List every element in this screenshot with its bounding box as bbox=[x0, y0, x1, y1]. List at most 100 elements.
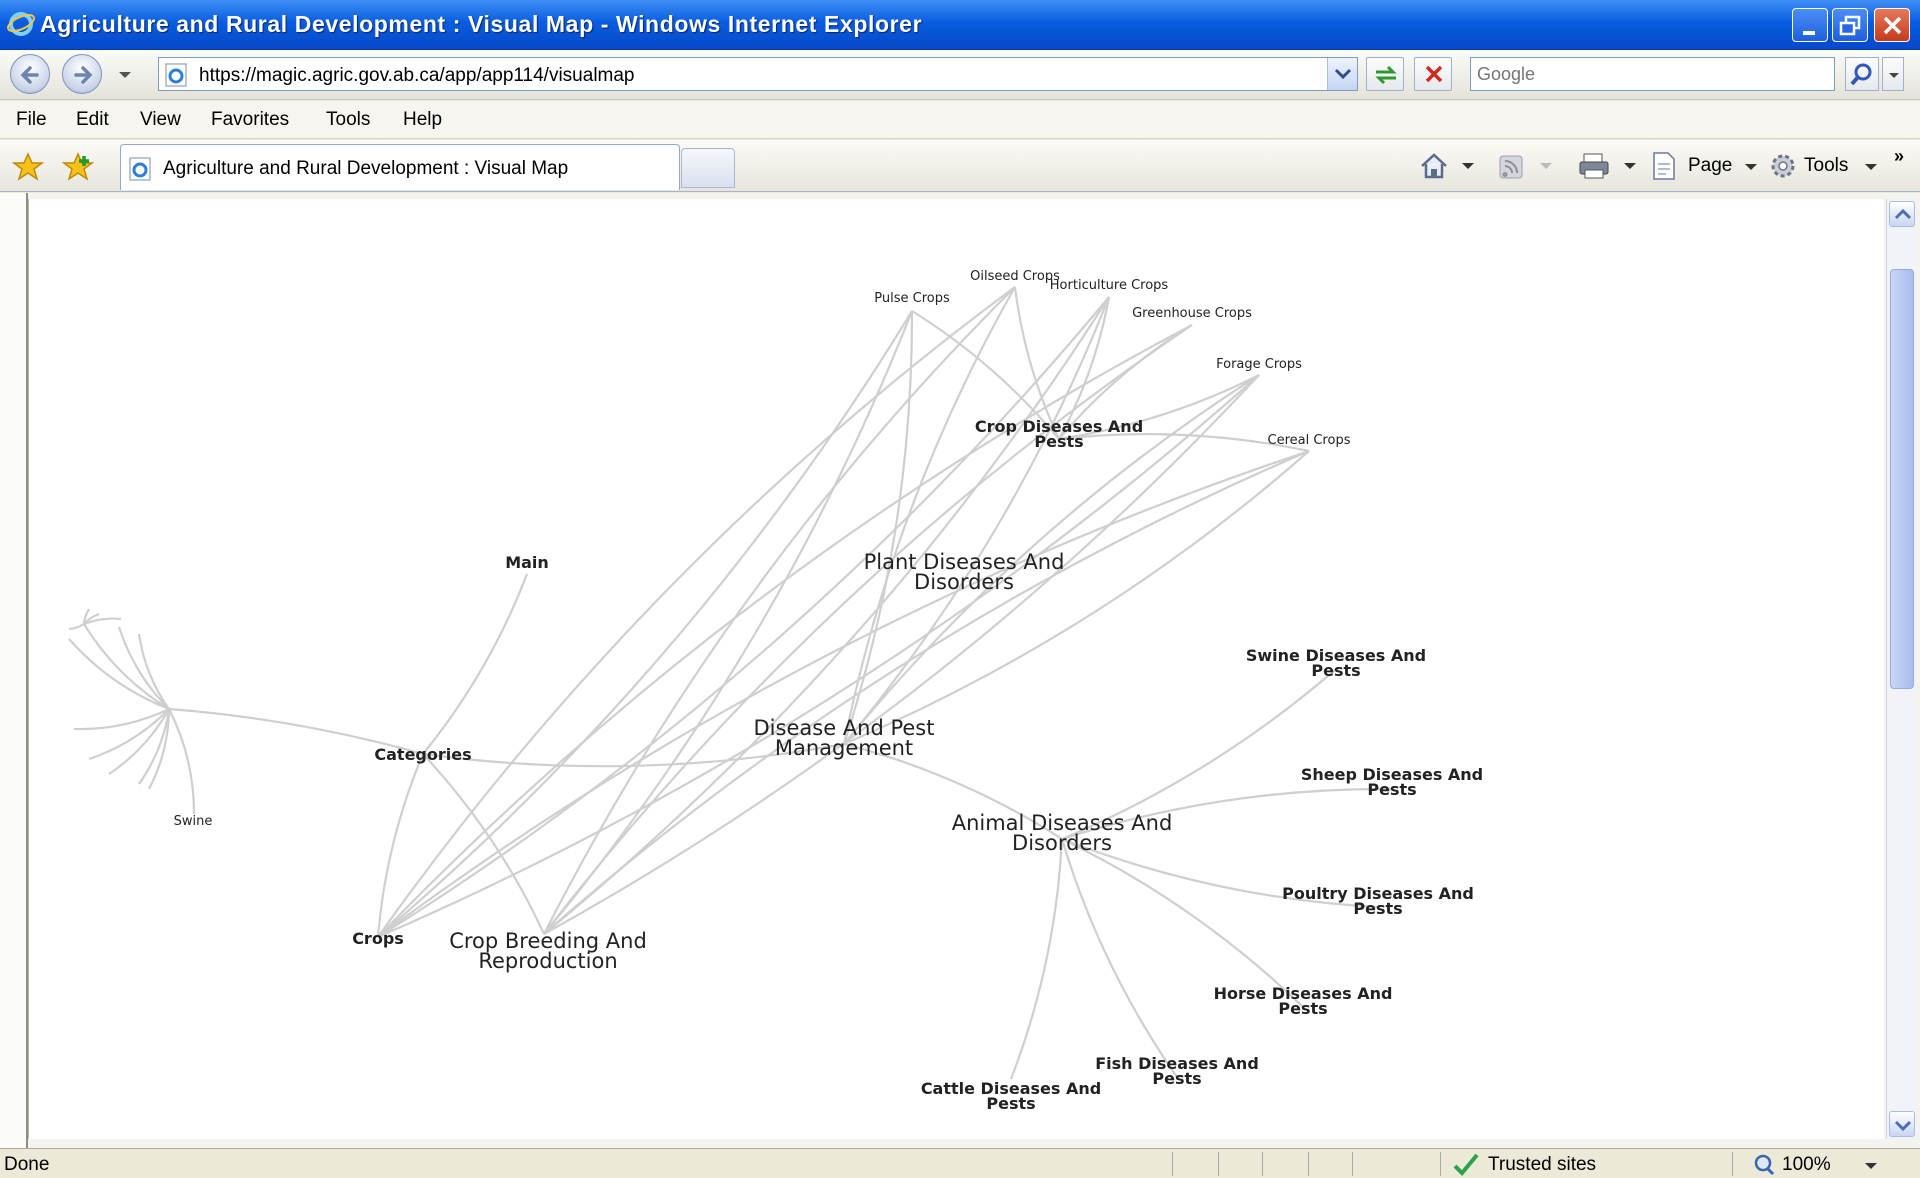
scroll-up-button[interactable] bbox=[1889, 201, 1915, 227]
map-node-crops[interactable]: Crops bbox=[352, 929, 404, 948]
map-node-fish-d[interactable]: Fish Diseases AndPests bbox=[1095, 1054, 1259, 1088]
map-node-categories[interactable]: Categories bbox=[374, 745, 471, 764]
menu-help[interactable]: Help bbox=[403, 109, 442, 131]
recent-pages-dropdown[interactable] bbox=[118, 70, 132, 80]
map-node-crop-breeding[interactable]: Crop Breeding AndReproduction bbox=[449, 929, 647, 973]
map-edge-crop_breeding-cereal bbox=[543, 449, 1310, 935]
restore-icon bbox=[1839, 15, 1861, 36]
page-label: Page bbox=[1688, 155, 1733, 176]
menu-view[interactable]: View bbox=[140, 109, 181, 131]
map-node-label: Oilseed Crops bbox=[970, 269, 1060, 284]
map-node-label: Cereal Crops bbox=[1268, 433, 1351, 448]
map-node-cereal[interactable]: Cereal Crops bbox=[1268, 433, 1351, 448]
address-toolbar: https://magic.agric.gov.ab.ca/app/app114… bbox=[0, 50, 1920, 100]
map-node-label: Reproduction bbox=[478, 949, 617, 973]
home-icon bbox=[1421, 153, 1474, 179]
search-options-dropdown[interactable] bbox=[1882, 57, 1904, 91]
map-node-label: Pests bbox=[1353, 899, 1402, 918]
print-button[interactable] bbox=[1578, 150, 1640, 182]
close-button[interactable] bbox=[1874, 8, 1910, 42]
map-node-label: Pests bbox=[1278, 999, 1327, 1018]
menu-edit[interactable]: Edit bbox=[76, 109, 109, 131]
tab-visual-map[interactable]: Agriculture and Rural Development : Visu… bbox=[120, 144, 680, 190]
map-node-poultry-d[interactable]: Poultry Diseases AndPests bbox=[1282, 884, 1474, 918]
tools-label: Tools bbox=[1804, 155, 1849, 176]
scroll-down-button[interactable] bbox=[1889, 1111, 1915, 1137]
map-node-crop-diseases[interactable]: Crop Diseases AndPests bbox=[975, 417, 1143, 451]
feeds-button bbox=[1496, 150, 1556, 182]
map-node-label: Pests bbox=[1311, 661, 1360, 680]
map-node-animal-diseases[interactable]: Animal Diseases AndDisorders bbox=[952, 811, 1173, 855]
menu-tools[interactable]: Tools bbox=[326, 109, 370, 131]
search-input[interactable] bbox=[1471, 58, 1834, 90]
tools-gear-icon bbox=[1771, 154, 1795, 178]
map-node-greenhouse[interactable]: Greenhouse Crops bbox=[1132, 306, 1252, 321]
map-node-forage[interactable]: Forage Crops bbox=[1216, 357, 1302, 372]
visual-map-canvas[interactable]: Main Categories Swine Crops Crop Breeding An… bbox=[28, 199, 1884, 1139]
home-button[interactable] bbox=[1418, 150, 1478, 182]
favorites-star-icon[interactable] bbox=[12, 152, 44, 182]
chevron-down-icon bbox=[1889, 73, 1899, 78]
map-node-main[interactable]: Main bbox=[505, 553, 549, 572]
window-title: Agriculture and Rural Development : Visu… bbox=[40, 11, 923, 37]
chevron-down-icon bbox=[1334, 68, 1352, 80]
map-node-swine-left[interactable]: Swine bbox=[174, 814, 213, 829]
back-button[interactable] bbox=[10, 54, 50, 94]
new-tab-button[interactable] bbox=[681, 148, 735, 188]
map-edge-categories-crop_breeding bbox=[422, 753, 545, 935]
map-node-disease-pest[interactable]: Disease And PestManagement bbox=[754, 716, 935, 760]
content-area: Main Categories Swine Crops Crop Breeding An… bbox=[0, 193, 1920, 1148]
tab-label: Agriculture and Rural Development : Visu… bbox=[163, 158, 569, 179]
map-node-label: Horticulture Crops bbox=[1050, 278, 1169, 293]
minimize-icon bbox=[1803, 31, 1815, 35]
map-node-pulse[interactable]: Pulse Crops bbox=[874, 291, 950, 306]
scrollbar-thumb[interactable] bbox=[1890, 269, 1914, 689]
map-edge-crop_breeding-forage bbox=[543, 374, 1260, 935]
map-edge bbox=[168, 708, 196, 815]
zoom-level[interactable]: 100% bbox=[1782, 1154, 1831, 1176]
chevron-down-icon[interactable] bbox=[1864, 1161, 1878, 1171]
security-zone[interactable]: Trusted sites bbox=[1488, 1154, 1596, 1176]
forward-icon bbox=[74, 66, 93, 84]
restore-button[interactable] bbox=[1832, 8, 1868, 42]
url-dropdown-button[interactable] bbox=[1327, 58, 1357, 90]
url-text[interactable]: https://magic.agric.gov.ab.ca/app/app114… bbox=[199, 65, 635, 87]
map-node-horse-d[interactable]: Horse Diseases AndPests bbox=[1214, 984, 1393, 1018]
map-node-swine-d[interactable]: Swine Diseases AndPests bbox=[1246, 646, 1426, 680]
map-node-horticulture[interactable]: Horticulture Crops bbox=[1050, 278, 1169, 293]
window-title-bar: Agriculture and Rural Development : Visu… bbox=[0, 0, 1920, 50]
page-menu-button[interactable]: Page bbox=[1650, 150, 1760, 182]
map-edge-main-categories bbox=[422, 573, 529, 755]
minimize-button[interactable] bbox=[1792, 8, 1828, 42]
menu-bar: File Edit View Favorites Tools Help bbox=[0, 101, 1920, 139]
map-edge-crops-forage bbox=[377, 374, 1260, 939]
map-edge-animal_diseases-fish_d bbox=[1060, 838, 1178, 1078]
stop-button[interactable] bbox=[1414, 57, 1452, 91]
map-edge-disease_pest-cereal bbox=[843, 450, 1310, 746]
refresh-button[interactable] bbox=[1366, 57, 1404, 91]
chevron-down-icon bbox=[1745, 164, 1757, 170]
menu-file[interactable]: File bbox=[16, 109, 47, 131]
map-node-label: Disorders bbox=[914, 570, 1014, 594]
map-node-label: Crops bbox=[352, 929, 404, 948]
print-icon bbox=[1579, 153, 1636, 179]
visual-map[interactable]: Main Categories Swine Crops Crop Breeding An… bbox=[29, 199, 1885, 1139]
menu-favorites[interactable]: Favorites bbox=[211, 109, 289, 131]
more-commands-chevron[interactable]: » bbox=[1894, 146, 1904, 167]
address-field[interactable]: https://magic.agric.gov.ab.ca/app/app114… bbox=[158, 57, 1358, 91]
search-box[interactable] bbox=[1470, 57, 1835, 91]
map-edge-crops-cereal bbox=[377, 449, 1310, 938]
map-node-oilseed[interactable]: Oilseed Crops bbox=[970, 269, 1060, 284]
ie-logo-icon bbox=[7, 12, 35, 36]
search-button[interactable] bbox=[1845, 57, 1879, 91]
map-node-label: Greenhouse Crops bbox=[1132, 306, 1252, 321]
vertical-scrollbar[interactable] bbox=[1886, 199, 1916, 1139]
map-edge-crops-pulse bbox=[377, 310, 913, 938]
map-node-cattle-d[interactable]: Cattle Diseases AndPests bbox=[921, 1079, 1101, 1113]
tools-menu-button[interactable]: Tools bbox=[1768, 150, 1880, 182]
chevron-down-icon bbox=[1865, 164, 1877, 170]
add-favorites-icon[interactable] bbox=[62, 152, 96, 182]
map-node-sheep-d[interactable]: Sheep Diseases AndPests bbox=[1301, 765, 1483, 799]
forward-button[interactable] bbox=[62, 54, 102, 94]
map-edge-crops-oilseed bbox=[377, 286, 1016, 938]
